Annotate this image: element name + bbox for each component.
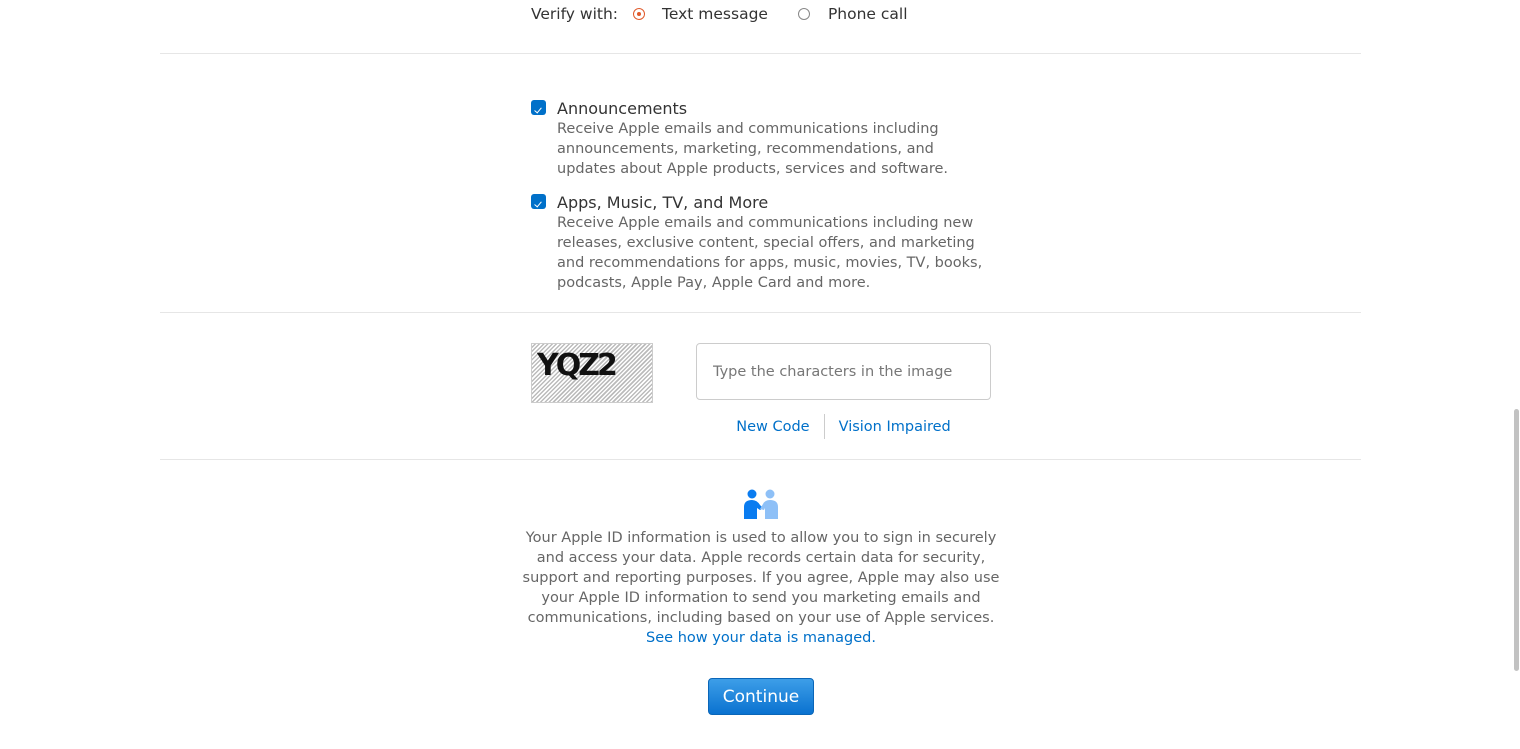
divider: [160, 53, 1361, 54]
announcements-checkbox[interactable]: [531, 100, 546, 115]
privacy-notice: Your Apple ID information is used to all…: [520, 528, 1002, 648]
scrollbar-thumb[interactable]: [1514, 409, 1519, 671]
apps-music-tv-checkbox[interactable]: [531, 194, 546, 209]
divider: [160, 459, 1361, 460]
announcements-description: Receive Apple emails and communications …: [557, 121, 948, 177]
captcha-text: YQZ2: [537, 348, 618, 383]
data-managed-link[interactable]: See how your data is managed.: [646, 630, 876, 646]
captcha-links: New Code Vision Impaired: [696, 414, 991, 439]
radio-selected-icon[interactable]: [633, 8, 646, 20]
verify-with-label: Verify with:: [531, 5, 619, 23]
privacy-text: Your Apple ID information is used to all…: [522, 530, 1000, 626]
subscription-announcements: Announcements Receive Apple emails and c…: [531, 99, 997, 179]
captcha-input[interactable]: [696, 343, 991, 400]
radio-text-message[interactable]: Text message: [633, 5, 768, 23]
apps-music-tv-description: Receive Apple emails and communications …: [557, 215, 983, 291]
radio-text-message-label: Text message: [662, 5, 768, 23]
verify-with-group: Verify with: Text message Phone call: [531, 5, 908, 23]
handshake-people-icon: [744, 489, 778, 519]
subscription-apps-music-tv: Apps, Music, TV, and More Receive Apple …: [531, 193, 997, 293]
captcha-image: YQZ2: [531, 343, 653, 403]
continue-button[interactable]: Continue: [708, 678, 814, 715]
vision-impaired-link[interactable]: Vision Impaired: [839, 419, 951, 435]
radio-phone-call[interactable]: Phone call: [797, 5, 908, 23]
link-separator: [823, 414, 825, 439]
announcements-title: Announcements: [557, 99, 688, 118]
radio-unselected-icon[interactable]: [797, 8, 810, 20]
divider: [160, 312, 1361, 313]
radio-phone-call-label: Phone call: [827, 5, 908, 23]
apps-music-tv-title: Apps, Music, TV, and More: [557, 193, 769, 212]
new-code-link[interactable]: New Code: [736, 419, 809, 435]
